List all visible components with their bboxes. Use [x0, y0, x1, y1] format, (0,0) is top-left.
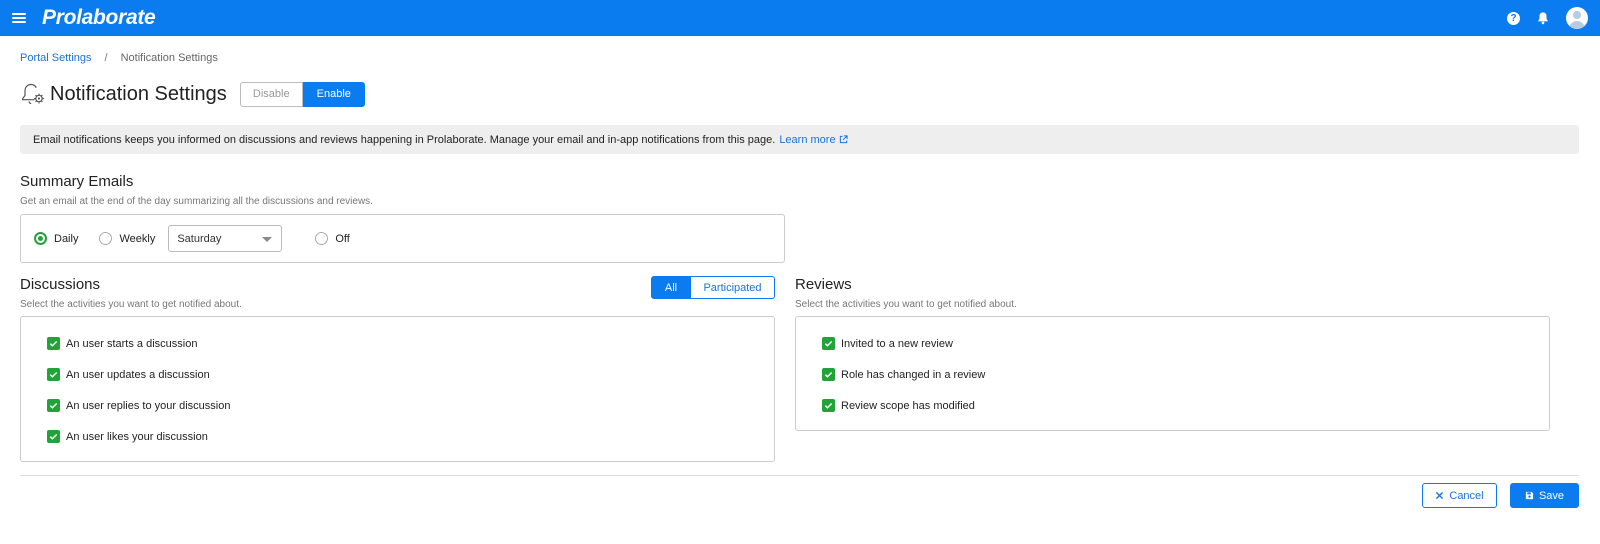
weekday-value: Saturday: [177, 232, 222, 245]
save-button[interactable]: Save: [1510, 483, 1579, 508]
discussion-checkbox[interactable]: An user replies to your discussion: [47, 399, 774, 412]
daily-label: Daily: [54, 232, 79, 245]
reviews-header: Reviews Select the activities you want t…: [795, 276, 1550, 316]
discussion-checkbox-label: An user starts a discussion: [66, 337, 198, 350]
bell-gear-icon: [22, 83, 44, 105]
external-link-icon: [839, 135, 848, 144]
weekly-radio[interactable]: Weekly: [99, 232, 155, 245]
discussion-checkbox[interactable]: An user likes your discussion: [47, 430, 774, 443]
save-icon: [1525, 491, 1534, 500]
breadcrumb-portal-settings[interactable]: Portal Settings: [20, 52, 92, 64]
discussions-subtitle: Select the activities you want to get no…: [20, 299, 242, 310]
summary-emails-section: Summary Emails Get an email at the end o…: [20, 173, 1580, 263]
checkbox-checked-icon: [47, 430, 60, 443]
chevron-down-icon: [262, 237, 273, 242]
checkbox-checked-icon: [47, 399, 60, 412]
discussion-checkbox-label: An user likes your discussion: [66, 430, 208, 443]
discussion-checkbox[interactable]: An user starts a discussion: [47, 337, 774, 350]
summary-options: Daily Weekly Saturday Off: [20, 214, 785, 263]
checkbox-checked-icon: [47, 337, 60, 350]
checkbox-checked-icon: [822, 399, 835, 412]
notification-toggle: Disable Enable: [239, 81, 365, 107]
review-checkbox-label: Review scope has modified: [841, 399, 975, 412]
enable-button[interactable]: Enable: [302, 81, 365, 107]
daily-radio[interactable]: Daily: [34, 232, 78, 245]
discussion-filter: All Participated: [651, 276, 775, 299]
learn-more-link[interactable]: Learn more: [779, 133, 848, 146]
learn-more-label: Learn more: [779, 133, 836, 146]
radio-circle: [315, 232, 329, 245]
close-icon: [1436, 491, 1444, 500]
page-title: Notification Settings: [50, 82, 227, 105]
review-checkbox[interactable]: Role has changed in a review: [822, 368, 1549, 381]
info-banner: Email notifications keeps you informed o…: [20, 125, 1579, 154]
footer-divider: [20, 475, 1579, 476]
off-label: Off: [335, 232, 350, 245]
help-icon[interactable]: ?: [1507, 11, 1520, 25]
filter-all-button[interactable]: All: [651, 276, 691, 299]
reviews-title: Reviews: [795, 276, 852, 293]
bell-icon[interactable]: [1536, 11, 1550, 25]
review-checkbox[interactable]: Invited to a new review: [822, 337, 1549, 350]
cancel-button[interactable]: Cancel: [1422, 483, 1497, 508]
footer-actions: Cancel Save: [20, 483, 1579, 508]
brand-logo[interactable]: Prolaborate: [42, 6, 156, 30]
discussion-checkbox-label: An user updates a discussion: [66, 368, 210, 381]
info-text: Email notifications keeps you informed o…: [33, 133, 776, 146]
checkbox-checked-icon: [822, 368, 835, 381]
top-navbar: Prolaborate ?: [0, 0, 1600, 36]
review-checkbox-label: Role has changed in a review: [841, 368, 986, 381]
notification-columns: Discussions Select the activities you wa…: [20, 276, 1580, 462]
checkbox-checked-icon: [822, 337, 835, 350]
radio-circle: [34, 232, 47, 245]
discussions-title: Discussions: [20, 276, 101, 293]
review-checkbox[interactable]: Review scope has modified: [822, 399, 1549, 412]
reviews-section: Reviews Select the activities you want t…: [795, 276, 1550, 462]
page-content: Portal Settings / Notification Settings …: [0, 51, 1600, 508]
weekly-label: Weekly: [119, 232, 156, 245]
summary-title: Summary Emails: [20, 173, 134, 190]
breadcrumb-separator: /: [104, 51, 108, 64]
checkbox-checked-icon: [47, 368, 60, 381]
filter-participated-button[interactable]: Participated: [691, 276, 775, 299]
discussion-checkbox-label: An user replies to your discussion: [66, 399, 231, 412]
off-radio[interactable]: Off: [315, 232, 350, 245]
reviews-subtitle: Select the activities you want to get no…: [795, 299, 1017, 310]
cancel-label: Cancel: [1449, 489, 1484, 502]
weekday-select[interactable]: Saturday: [168, 225, 283, 252]
save-label: Save: [1538, 489, 1565, 502]
discussion-checkbox[interactable]: An user updates a discussion: [47, 368, 774, 381]
breadcrumb: Portal Settings / Notification Settings: [20, 51, 1580, 64]
title-row: Notification Settings Disable Enable: [20, 80, 1580, 108]
disable-button[interactable]: Disable: [239, 81, 303, 107]
breadcrumb-current: Notification Settings: [120, 51, 218, 64]
radio-circle: [99, 232, 113, 245]
header-actions: ?: [1507, 0, 1588, 36]
user-avatar[interactable]: [1566, 7, 1588, 29]
discussions-list: An user starts a discussion An user upda…: [20, 316, 775, 462]
menu-icon[interactable]: [12, 13, 26, 23]
discussions-header: Discussions Select the activities you wa…: [20, 276, 775, 316]
reviews-list: Invited to a new review Role has changed…: [795, 316, 1550, 431]
review-checkbox-label: Invited to a new review: [841, 337, 953, 350]
summary-subtitle: Get an email at the end of the day summa…: [20, 196, 373, 207]
discussions-section: Discussions Select the activities you wa…: [20, 276, 775, 462]
